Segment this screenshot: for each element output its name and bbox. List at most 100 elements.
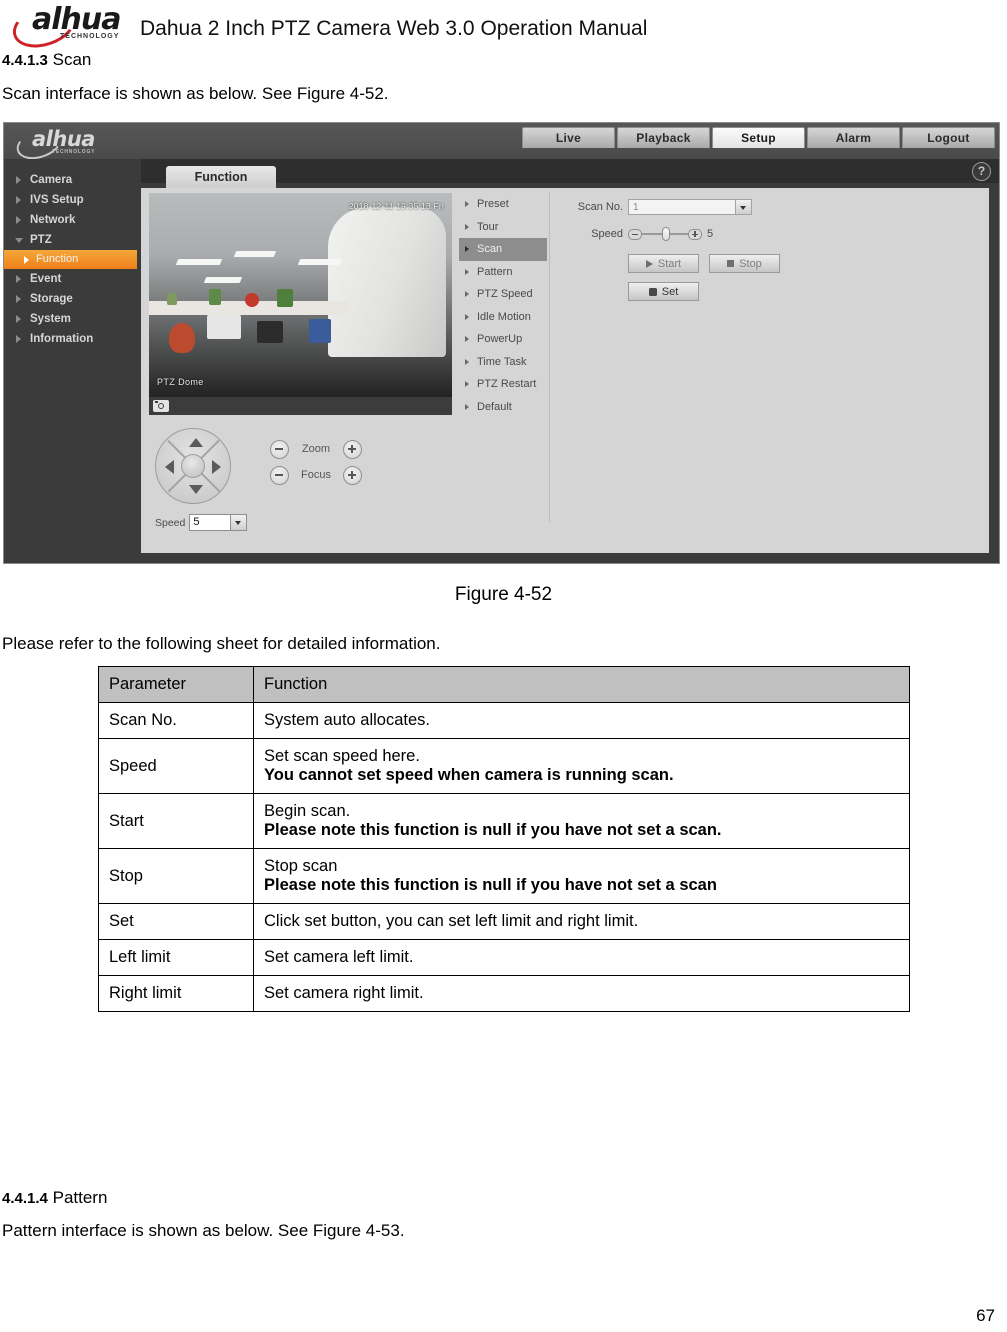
scan-no-value: 1 (633, 202, 639, 213)
sidebar-item-function[interactable]: Function (4, 250, 137, 269)
dahua-logo: alhua TECHNOLOGY (7, 0, 138, 55)
sidebar-item-ivs-setup[interactable]: IVS Setup (4, 190, 141, 210)
chevron-down-icon[interactable] (735, 200, 751, 214)
nav-tab-logout[interactable]: Logout (902, 127, 995, 148)
speed-value: 5 (707, 228, 714, 240)
figure-caption: Figure 4-52 (454, 584, 553, 605)
web-ui-header: alhua TECHNOLOGY Live Playback Setup Ala… (4, 123, 999, 165)
ptz-speed-select[interactable]: 5 (189, 514, 248, 531)
sidebar-item-network[interactable]: Network (4, 210, 141, 230)
ptz-direction-pad[interactable] (155, 428, 231, 504)
video-toolbar (149, 397, 452, 415)
slider-track[interactable] (642, 227, 688, 241)
dpad-center-button[interactable] (181, 454, 205, 478)
sidebar-item-event[interactable]: Event (4, 269, 141, 289)
zoom-in-icon[interactable] (343, 439, 362, 459)
function-item-time-task[interactable]: Time Task (459, 351, 547, 374)
speed-slider[interactable] (628, 227, 702, 241)
sidebar-item-system[interactable]: System (4, 309, 141, 329)
sidebar-item-information[interactable]: Information (4, 329, 141, 349)
table-cell-parameter: Right limit (98, 975, 254, 1012)
nav-tab-live[interactable]: Live (522, 127, 615, 148)
chevron-right-icon (465, 313, 469, 320)
function-item-preset[interactable]: Preset (459, 193, 547, 216)
chevron-right-icon (465, 336, 469, 342)
chevron-right-icon (16, 335, 21, 343)
start-button[interactable]: Start (628, 254, 699, 273)
sidebar-item-label: Camera (30, 174, 73, 186)
zoom-row: Zoom (270, 436, 362, 462)
nav-tab-playback[interactable]: Playback (617, 127, 710, 148)
set-button-label: Set (661, 285, 679, 298)
ptz-speed-control: Speed 5 (155, 514, 248, 531)
video-scene-clutter (209, 289, 221, 305)
function-item-powerup[interactable]: PowerUp (459, 328, 547, 351)
panel-divider (549, 192, 550, 522)
snapshot-icon[interactable] (153, 400, 169, 412)
nav-tab-setup[interactable]: Setup (712, 127, 805, 148)
function-item-default[interactable]: Default (459, 396, 547, 419)
chevron-right-icon (16, 216, 21, 224)
function-item-idle-motion[interactable]: Idle Motion (459, 306, 547, 329)
plus-icon[interactable] (688, 228, 702, 240)
table-row: Scan No. System auto allocates. (98, 702, 910, 739)
scan-settings-form: Scan No. 1 Speed 5 Start Stop Set (571, 196, 780, 301)
chevron-right-icon (16, 315, 21, 323)
sidebar-item-camera[interactable]: Camera (4, 170, 141, 190)
table-cell-parameter: Start (98, 793, 254, 849)
function-item-ptz-speed[interactable]: PTZ Speed (459, 283, 547, 306)
chevron-down-icon[interactable] (230, 515, 247, 530)
function-item-ptz-restart[interactable]: PTZ Restart (459, 373, 547, 396)
function-item-tour[interactable]: Tour (459, 216, 547, 239)
tab-function[interactable]: Function (166, 166, 276, 188)
page-title: Dahua 2 Inch PTZ Camera Web 3.0 Operatio… (140, 17, 648, 40)
scan-no-select[interactable]: 1 (628, 199, 752, 215)
page-number: 67 (976, 1306, 995, 1325)
sidebar-item-label: PTZ (30, 234, 52, 246)
table-header-parameter: Parameter (98, 666, 254, 703)
video-preview[interactable]: 2018-12-11 19:35:13 Fri PTZ Dome (149, 193, 452, 415)
chevron-right-icon (465, 358, 469, 365)
web-ui-logo-tagline: TECHNOLOGY (52, 149, 96, 155)
section-heading-scan: 4.4.1.3 Scan (2, 50, 91, 70)
video-scene-lamp (203, 277, 243, 283)
web-ui-logo-wordmark: alhua (32, 127, 95, 151)
arrow-down-icon[interactable] (189, 485, 203, 494)
start-button-label: Start (657, 257, 682, 270)
chevron-right-icon (465, 291, 469, 297)
chevron-right-icon (16, 275, 21, 283)
table-cell-parameter: Set (98, 903, 254, 940)
function-text: System auto allocates. (264, 711, 430, 729)
video-scene-object (328, 207, 446, 357)
focus-label: Focus (301, 469, 331, 481)
nav-tab-alarm[interactable]: Alarm (807, 127, 900, 148)
focus-far-icon[interactable] (343, 465, 362, 485)
function-note: Please note this function is null if you… (264, 876, 717, 894)
table-cell-function: Set scan speed here. You cannot set spee… (253, 738, 910, 794)
function-item-scan[interactable]: Scan (459, 238, 547, 261)
set-button[interactable]: Set (628, 282, 699, 301)
arrow-left-icon[interactable] (165, 460, 174, 474)
table-cell-function: Begin scan. Please note this function is… (253, 793, 910, 849)
function-item-pattern[interactable]: Pattern (459, 261, 547, 284)
arrow-right-icon[interactable] (212, 460, 221, 474)
minus-icon[interactable] (628, 228, 642, 240)
sidebar-item-ptz[interactable]: PTZ (4, 230, 141, 250)
table-cell-function: Set camera right limit. (253, 975, 910, 1012)
logo-tagline: TECHNOLOGY (60, 33, 120, 40)
arrow-up-icon[interactable] (189, 438, 203, 447)
sidebar-item-label: Information (30, 333, 94, 345)
table-cell-parameter: Left limit (98, 939, 254, 976)
sidebar-item-storage[interactable]: Storage (4, 289, 141, 309)
zoom-out-icon[interactable] (270, 439, 289, 459)
slider-knob[interactable] (662, 227, 670, 241)
top-navigation: Live Playback Setup Alarm Logout (522, 127, 995, 148)
chevron-down-icon (15, 238, 23, 247)
chevron-right-icon (465, 268, 469, 275)
focus-near-icon[interactable] (270, 465, 289, 485)
sidebar-item-label: Storage (30, 293, 73, 305)
stop-button[interactable]: Stop (709, 254, 780, 273)
function-item-label: Preset (477, 198, 509, 210)
function-item-label: Time Task (477, 355, 527, 368)
ptz-control: Zoom Focus Speed 5 (155, 428, 362, 531)
